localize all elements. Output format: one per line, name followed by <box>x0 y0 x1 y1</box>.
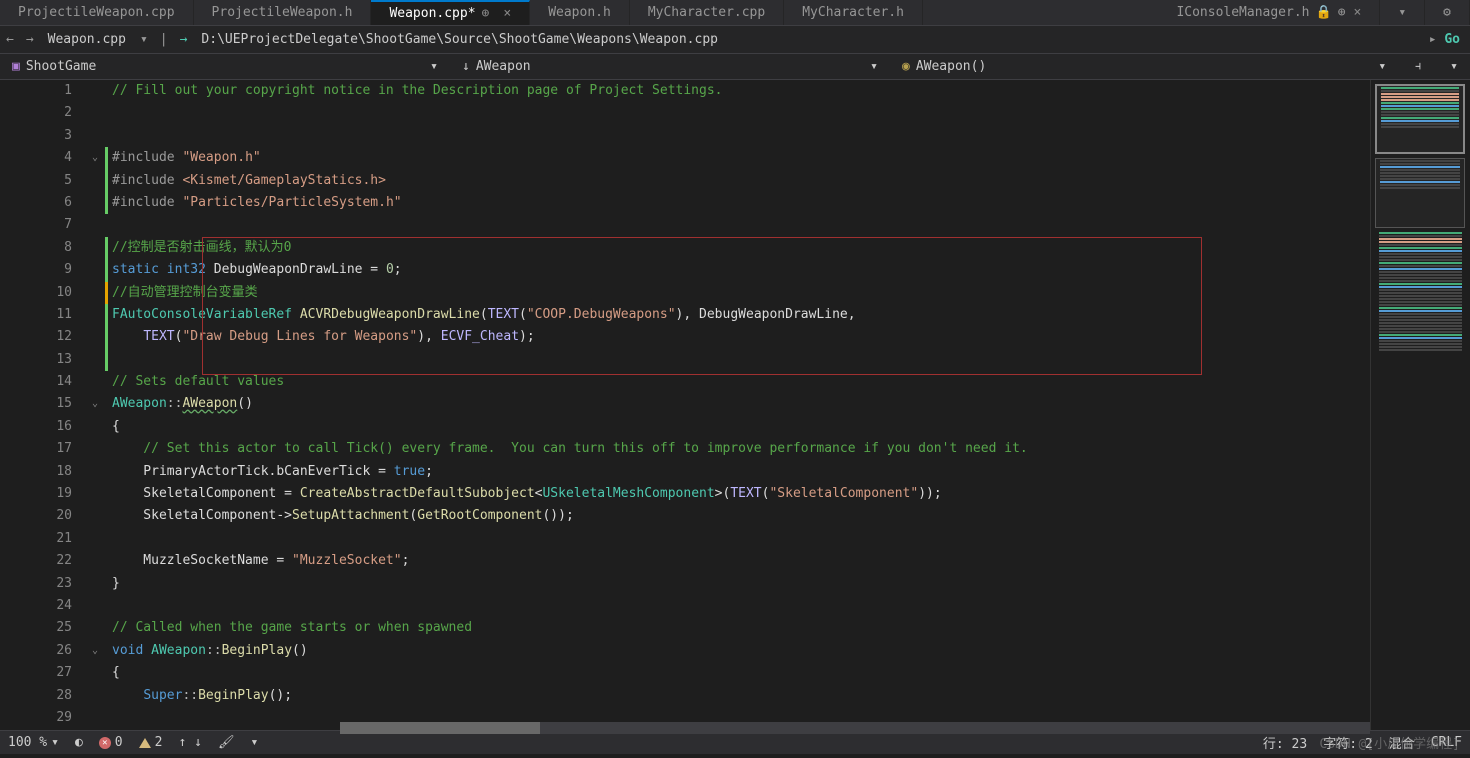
nav-arrows[interactable]: ↑ ↓ <box>170 735 209 750</box>
analysis-icon[interactable]: ◐ <box>67 735 91 750</box>
warning-count[interactable]: 2 <box>131 735 171 750</box>
tab-bar: ProjectileWeapon.cpp ProjectileWeapon.h … <box>0 0 1470 26</box>
nav-bar: ← → Weapon.cpp ▾ | → D:\UEProjectDelegat… <box>0 26 1470 54</box>
crumb-module[interactable]: ▣ShootGame▾ <box>0 59 450 74</box>
chevron-down-icon[interactable]: ▾ <box>242 735 266 750</box>
horizontal-scrollbar[interactable] <box>340 722 1370 734</box>
pin-icon[interactable]: ⊕ <box>482 6 490 21</box>
breadcrumb-bar: ▣ShootGame▾ ↓AWeapon▾ ◉AWeapon()▾ ⫞ ▾ <box>0 54 1470 80</box>
tab-weapon-h[interactable]: Weapon.h <box>530 0 630 25</box>
warning-icon <box>139 738 151 748</box>
tab-mycharacter-cpp[interactable]: MyCharacter.cpp <box>630 0 784 25</box>
tab-mycharacter-h[interactable]: MyCharacter.h <box>784 0 923 25</box>
chevron-down-icon[interactable]: ▾ <box>51 735 59 750</box>
chevron-down-icon[interactable]: ▾ <box>870 59 878 74</box>
error-count[interactable]: ✕0 <box>91 735 131 750</box>
nav-sep: | <box>154 32 174 47</box>
minimap-thumb[interactable] <box>1375 158 1465 228</box>
split-icon[interactable]: ⫞ <box>1398 59 1438 74</box>
minimap-overview[interactable] <box>1375 232 1466 351</box>
crumb-method[interactable]: ◉AWeapon()▾ <box>890 59 1398 74</box>
close-icon[interactable]: × <box>1354 5 1362 20</box>
tab-weapon-cpp[interactable]: Weapon.cpp*⊕× <box>371 0 530 25</box>
editor: 1234567891011121314151617181920212223242… <box>0 80 1470 730</box>
go-button[interactable]: ▸ Go <box>1419 32 1470 47</box>
error-icon: ✕ <box>99 737 111 749</box>
chevron-down-icon[interactable]: ▾ <box>134 32 154 47</box>
line-indicator[interactable]: 行: 23 <box>1255 733 1315 752</box>
chevron-down-icon[interactable]: ▾ <box>1438 59 1470 74</box>
watermark: CSDN @[小瓜偷学编程] <box>1319 733 1460 752</box>
zoom-level[interactable]: 100 %▾ <box>0 735 67 750</box>
minimap-thumb[interactable] <box>1375 84 1465 154</box>
code-area[interactable]: // Fill out your copyright notice in the… <box>90 80 1370 730</box>
close-icon[interactable]: × <box>503 6 511 21</box>
pin-icon[interactable]: ⊕ <box>1338 5 1346 20</box>
nav-file[interactable]: Weapon.cpp <box>40 32 134 47</box>
chevron-down-icon[interactable]: ▾ <box>1378 59 1386 74</box>
arrow-icon: → <box>174 32 194 47</box>
dropdown-icon[interactable]: ▾ <box>1380 0 1425 25</box>
lock-icon: 🔒 <box>1316 5 1332 20</box>
method-icon: ◉ <box>902 59 910 74</box>
brush-icon[interactable]: 🖌 <box>210 735 243 750</box>
crumb-class[interactable]: ↓AWeapon▾ <box>450 59 890 74</box>
nav-path[interactable]: D:\UEProjectDelegate\ShootGame\Source\Sh… <box>193 32 726 47</box>
minimap[interactable] <box>1370 80 1470 730</box>
gear-icon[interactable]: ⚙ <box>1425 0 1470 25</box>
scrollbar-thumb[interactable] <box>340 722 540 734</box>
tab-iconsolemanager[interactable]: IConsoleManager.h🔒⊕× <box>1158 0 1380 25</box>
module-icon: ▣ <box>12 59 20 74</box>
arrow-down-icon: ↓ <box>462 59 470 74</box>
nav-fwd-icon[interactable]: → <box>20 32 40 47</box>
nav-back-icon[interactable]: ← <box>0 32 20 47</box>
tab-projectileweapon-cpp[interactable]: ProjectileWeapon.cpp <box>0 0 194 25</box>
chevron-down-icon[interactable]: ▾ <box>430 59 438 74</box>
tab-projectileweapon-h[interactable]: ProjectileWeapon.h <box>194 0 372 25</box>
line-gutter: 1234567891011121314151617181920212223242… <box>0 80 90 730</box>
